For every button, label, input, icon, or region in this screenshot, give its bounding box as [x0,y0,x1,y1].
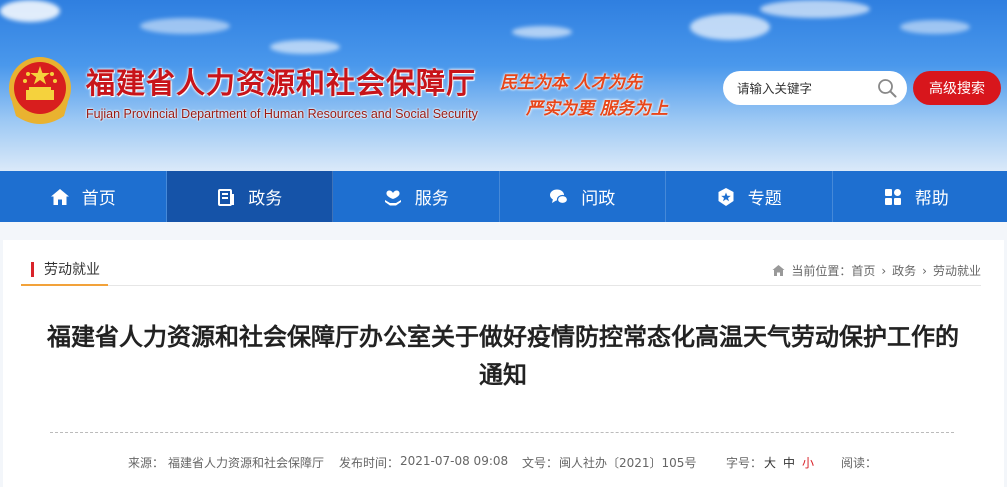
breadcrumb: 当前位置： 首页 › 政务 › 劳动就业 [772,262,981,279]
source-label: 来源： [128,456,165,470]
nav-item-home[interactable]: 首页 [0,171,167,222]
cloud-decoration [900,20,970,34]
nav-item-services[interactable]: 服务 [333,171,500,222]
cloud-decoration [760,0,870,18]
service-icon [384,189,401,205]
national-emblem-icon [9,57,71,124]
content-panel: 劳动就业 当前位置： 首页 › 政务 › 劳动就业 福建省人力资源和社会保障厅办… [3,240,1004,487]
grid-icon [884,188,901,205]
cloud-decoration [512,26,572,38]
breadcrumb-link-government-affairs[interactable]: 政务 [892,262,916,279]
badge-icon [718,187,734,206]
cloud-decoration [690,14,770,40]
divider [50,432,954,433]
slogan-line-2: 严实为要 服务为上 [526,99,668,119]
nav-item-label: 问政 [581,189,616,209]
nav-item-label: 服务 [414,189,449,209]
search-box [723,71,907,105]
slogan-line-1: 民生为本 人才为先 [500,73,642,93]
nav-item-label: 政务 [248,189,283,209]
fontsize-large-button[interactable]: 大 [764,454,776,471]
section-header: 劳动就业 当前位置： 首页 › 政务 › 劳动就业 [21,254,981,286]
article-meta: 来源： 福建省人力资源和社会保障厅 发布时间： 2021-07-08 09:08… [3,454,1004,474]
site-title[interactable]: 福建省人力资源和社会保障厅 [86,60,476,102]
article-title: 福建省人力资源和社会保障厅办公室关于做好疫情防控常态化高温天气劳动保护工作的通知 [47,323,959,389]
search-input[interactable] [737,73,873,103]
home-icon [772,265,785,276]
cloud-decoration [0,0,60,22]
breadcrumb-separator: › [881,263,887,278]
date-label: 发布时间： [339,456,400,470]
nav-item-topics[interactable]: 专题 [666,171,833,222]
breadcrumb-prefix: 当前位置： [791,264,852,278]
reads-label: 阅读： [841,456,878,470]
document-icon [218,188,235,206]
breadcrumb-separator: › [922,263,927,278]
home-icon [50,188,69,205]
fontsize-small-button[interactable]: 小 [802,454,814,471]
source-value: 福建省人力资源和社会保障厅 [168,456,325,470]
section-tab[interactable]: 劳动就业 [21,254,108,286]
cloud-decoration [270,40,340,54]
chat-icon [550,189,569,204]
site-subtitle: Fujian Provincial Department of Human Re… [86,107,478,121]
docno-label: 文号： [522,456,559,470]
fontsize-medium-button[interactable]: 中 [783,454,795,471]
nav-item-inquiry[interactable]: 问政 [500,171,666,222]
docno-value: 闽人社办〔2021〕105号 [559,456,697,470]
advanced-search-button[interactable]: 高级搜索 [913,71,1001,105]
nav-item-help[interactable]: 帮助 [833,171,1000,222]
nav-item-label: 帮助 [914,189,949,209]
breadcrumb-link-home[interactable]: 首页 [851,262,875,279]
site-header: 福建省人力资源和社会保障厅 Fujian Provincial Departme… [0,0,1007,172]
search-icon[interactable] [877,78,897,98]
nav-item-label: 专题 [747,189,782,209]
nav-item-label: 首页 [81,189,116,209]
main-nav: 首页 政务 服务 问政 专题 帮助 [0,171,1007,222]
cloud-decoration [140,18,230,34]
nav-item-government-affairs[interactable]: 政务 [166,171,333,222]
date-value: 2021-07-08 09:08 [400,454,509,468]
breadcrumb-link-labor-employment[interactable]: 劳动就业 [933,262,981,279]
fontsize-label: 字号： [726,456,763,470]
